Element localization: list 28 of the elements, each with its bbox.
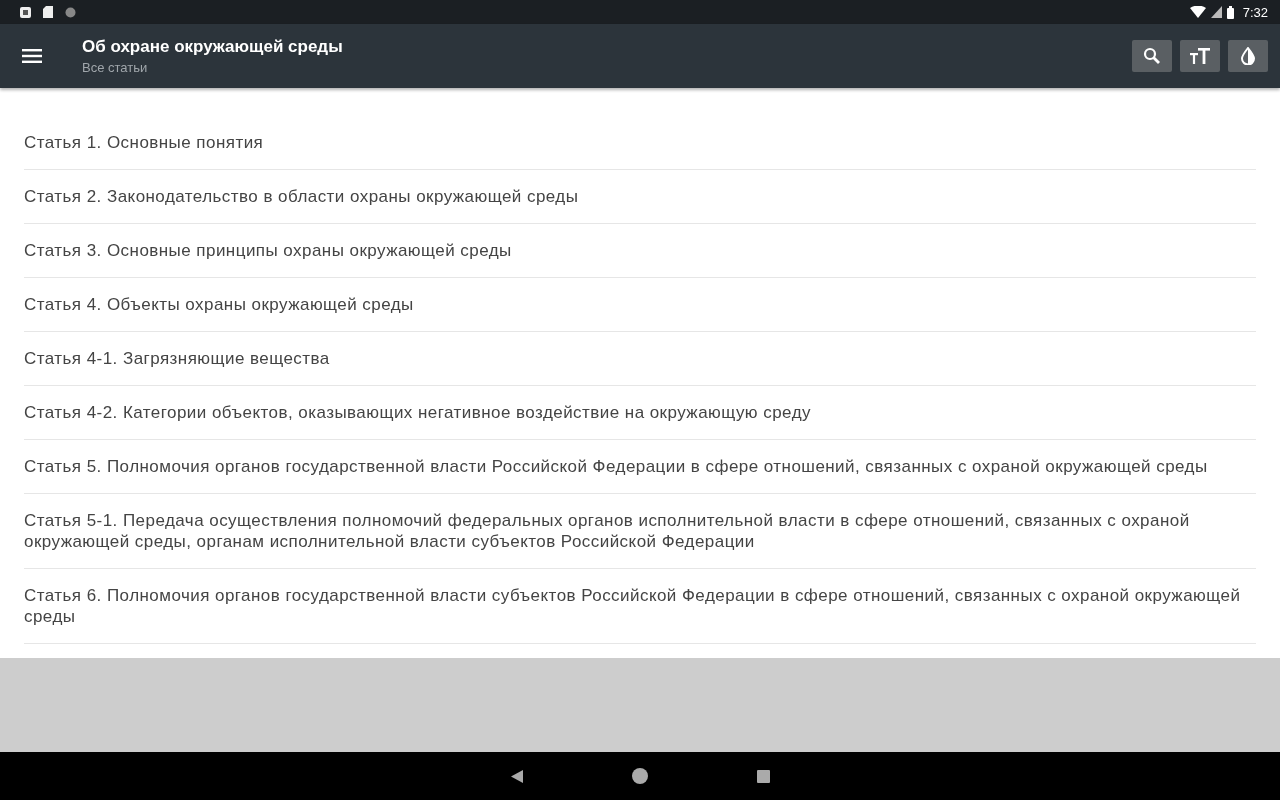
app-title: Об охране окружающей среды (82, 37, 344, 57)
article-item[interactable]: Статья 4-2. Категории объектов, оказывающих негативное воздействие на окружающую среду (24, 386, 1256, 440)
battery-icon (1226, 5, 1234, 19)
wifi-icon (1189, 6, 1206, 18)
clock-time: 7:32 (1242, 4, 1268, 20)
recents-icon (756, 769, 770, 783)
article-item[interactable]: Статья 2. Законодательство в области охраны окружающей среды (24, 170, 1256, 224)
article-item[interactable]: Статья 3. Основные принципы охраны окружающей среды (24, 224, 1256, 278)
article-item[interactable]: Статья 6. Полномочия органов государственной власти субъектов Российской Федерации в сфере отношений, связанных с охраной окружающей среды (24, 569, 1256, 644)
search-button[interactable] (1132, 40, 1172, 72)
circle-icon (65, 6, 76, 18)
article-item[interactable]: Статья 4-1. Загрязняющие вещества (24, 332, 1256, 386)
article-item[interactable]: Статья 5. Полномочия органов государственной власти Российской Федерации в сфере отношений, связанных с охраной окружающей среды (24, 440, 1256, 494)
sd-card-icon (43, 6, 53, 18)
notification-icon (20, 6, 31, 18)
article-item[interactable]: Статья 4. Объекты охраны окружающей среды (24, 278, 1256, 332)
search-icon (1143, 47, 1161, 65)
text-size-icon (1190, 48, 1210, 64)
contrast-icon (1240, 47, 1256, 65)
signal-icon (1210, 6, 1222, 18)
article-item[interactable]: Статья 5-1. Передача осуществления полномочий федеральных органов исполнительной власти в сфере отношений, связанных с охраной окружающей среды, органам исполнительной власти субъектов Российской Федерации (24, 494, 1256, 569)
article-item[interactable]: Статья 1. Основные понятия (24, 116, 1256, 170)
theme-button[interactable] (1228, 40, 1268, 72)
back-icon (510, 769, 523, 783)
home-icon (630, 767, 649, 785)
menu-icon (22, 49, 42, 63)
app-subtitle: Все статьи (82, 60, 149, 75)
text-size-button[interactable] (1180, 40, 1220, 72)
